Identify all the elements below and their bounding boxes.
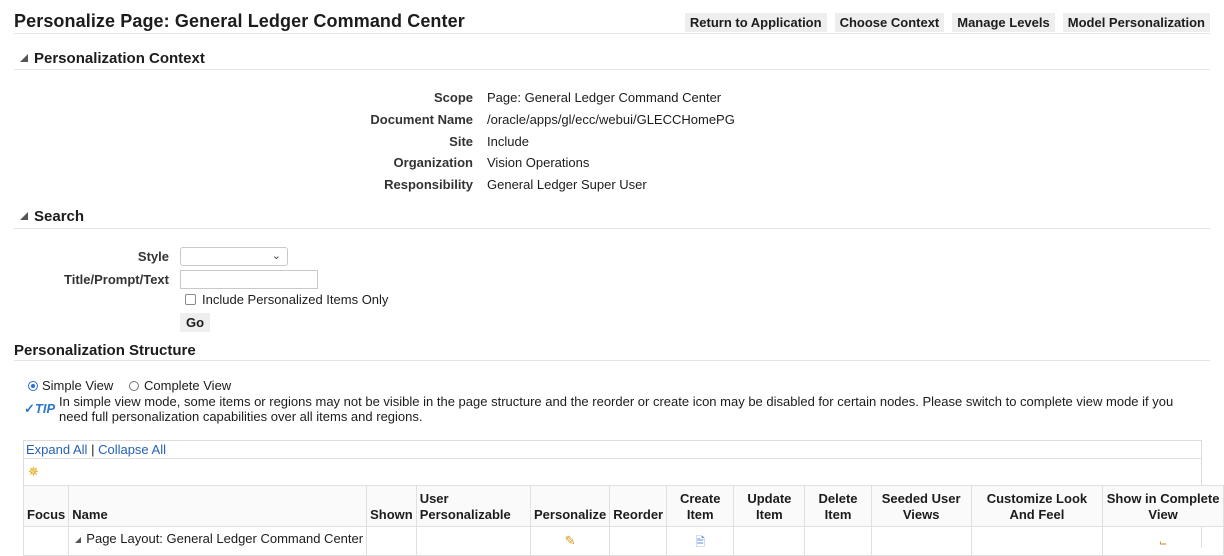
link-separator: | xyxy=(91,442,95,457)
column-user-personalizable: User Personalizable xyxy=(415,485,532,527)
responsibility-value: General Ledger Super User xyxy=(487,177,647,192)
table-header-row: Focus Name Shown User Personalizable Per… xyxy=(22,485,1224,527)
title-prompt-text-input[interactable] xyxy=(180,270,318,289)
seeded-user-views-cell xyxy=(870,526,972,556)
row-name: Page Layout: General Ledger Command Cent… xyxy=(86,531,364,546)
links-divider xyxy=(23,458,1202,459)
responsibility-label: Responsibility xyxy=(384,177,473,192)
simple-view-radio[interactable] xyxy=(28,380,38,391)
manage-levels-button[interactable]: Manage Levels xyxy=(952,13,1055,32)
organization-value: Vision Operations xyxy=(487,155,590,170)
title-prompt-text-label: Title/Prompt/Text xyxy=(64,272,169,287)
tip-badge: ✓TIP xyxy=(24,401,55,417)
simple-view-option[interactable]: Simple View xyxy=(28,378,113,393)
include-personalized-checkbox[interactable] xyxy=(185,294,196,305)
context-row-document-name: Document Name /oracle/apps/gl/ecc/webui/… xyxy=(0,109,1224,130)
return-to-application-button[interactable]: Return to Application xyxy=(684,13,827,32)
tip-label: TIP xyxy=(34,401,56,416)
context-row-organization: Organization Vision Operations xyxy=(0,152,1224,173)
scope-value: Page: General Ledger Command Center xyxy=(487,90,722,105)
structure-heading: Personalization Structure xyxy=(14,342,196,359)
context-section-header[interactable]: Personalization Context xyxy=(20,50,205,67)
include-personalized-label: Include Personalized Items Only xyxy=(202,292,389,307)
column-personalize: Personalize xyxy=(529,485,611,527)
delete-item-cell xyxy=(804,526,872,556)
create-item-icon[interactable]: 🗎 xyxy=(695,535,705,549)
search-divider xyxy=(14,228,1210,229)
update-item-cell xyxy=(733,526,806,556)
add-item-icon[interactable]: ✵ xyxy=(28,464,39,480)
expand-all-link[interactable]: Expand All xyxy=(26,442,87,457)
context-row-responsibility: Responsibility General Ledger Super User xyxy=(0,174,1224,195)
document-name-value: /oracle/apps/gl/ecc/webui/GLECCHomePG xyxy=(487,112,735,127)
column-customize-look-and-feel: Customize Look And Feel xyxy=(970,485,1104,527)
personalize-cell: ✎ xyxy=(529,526,611,556)
reorder-cell xyxy=(609,526,668,556)
style-label: Style xyxy=(137,249,169,264)
column-seeded-user-views: Seeded User Views xyxy=(870,485,972,527)
table-row: Page Layout: General Ledger Command Cent… xyxy=(22,526,1224,556)
search-heading: Search xyxy=(34,208,85,225)
context-row-scope: Scope Page: General Ledger Command Cente… xyxy=(0,87,1224,108)
tip-text: In simple view mode, some items or regio… xyxy=(59,394,1174,424)
collapse-all-link[interactable]: Collapse All xyxy=(98,442,166,457)
column-update-item: Update Item xyxy=(733,485,806,527)
simple-view-label: Simple View xyxy=(42,378,114,393)
name-cell: Page Layout: General Ledger Command Cent… xyxy=(68,526,368,556)
column-show-in-complete-view: Show in Complete View xyxy=(1102,485,1224,527)
collapse-triangle-icon[interactable] xyxy=(75,537,82,543)
pencil-icon[interactable]: ✎ xyxy=(565,533,576,548)
header-buttons: Return to Application Choose Context Man… xyxy=(684,13,1210,32)
column-shown: Shown xyxy=(366,485,417,527)
column-reorder: Reorder xyxy=(609,485,668,527)
collapse-triangle-icon[interactable] xyxy=(20,211,28,220)
personalization-structure-table: Focus Name Shown User Personalizable Per… xyxy=(22,485,1224,556)
scope-label: Scope xyxy=(433,90,473,105)
choose-context-button[interactable]: Choose Context xyxy=(834,13,945,32)
column-name: Name xyxy=(68,485,368,527)
search-section-header[interactable]: Search xyxy=(20,208,84,225)
context-row-site: Site Include xyxy=(0,131,1224,152)
check-circle-icon: ✓ xyxy=(24,401,35,416)
complete-view-radio[interactable] xyxy=(129,380,139,391)
focus-cell[interactable] xyxy=(22,526,70,556)
show-in-complete-view-cell: ⨽ xyxy=(1102,526,1224,556)
user-personalizable-cell xyxy=(415,526,532,556)
complete-view-option[interactable]: Complete View xyxy=(129,378,231,393)
create-item-cell: 🗎 xyxy=(666,526,735,556)
column-focus: Focus xyxy=(22,485,70,527)
site-value: Include xyxy=(487,134,529,149)
hierarchy-icon[interactable]: ⨽ xyxy=(1160,534,1167,548)
customize-look-and-feel-cell xyxy=(970,526,1104,556)
page-title: Personalize Page: General Ledger Command… xyxy=(14,11,465,31)
site-label: Site xyxy=(449,134,473,149)
structure-divider xyxy=(14,360,1210,361)
organization-label: Organization xyxy=(393,155,473,170)
column-create-item: Create Item xyxy=(666,485,735,527)
style-select[interactable]: ⌄ xyxy=(180,247,288,266)
column-delete-item: Delete Item xyxy=(804,485,872,527)
complete-view-label: Complete View xyxy=(144,378,232,393)
context-divider xyxy=(14,69,1210,70)
expand-collapse-links: Expand All | Collapse All xyxy=(26,442,166,457)
go-button[interactable]: Go xyxy=(180,313,211,332)
shown-cell xyxy=(366,526,417,556)
context-heading: Personalization Context xyxy=(34,50,205,67)
collapse-triangle-icon[interactable] xyxy=(20,53,28,62)
document-name-label: Document Name xyxy=(370,112,473,127)
model-personalization-button[interactable]: Model Personalization xyxy=(1062,13,1210,32)
chevron-down-icon: ⌄ xyxy=(271,250,281,262)
header-divider xyxy=(14,33,1210,34)
